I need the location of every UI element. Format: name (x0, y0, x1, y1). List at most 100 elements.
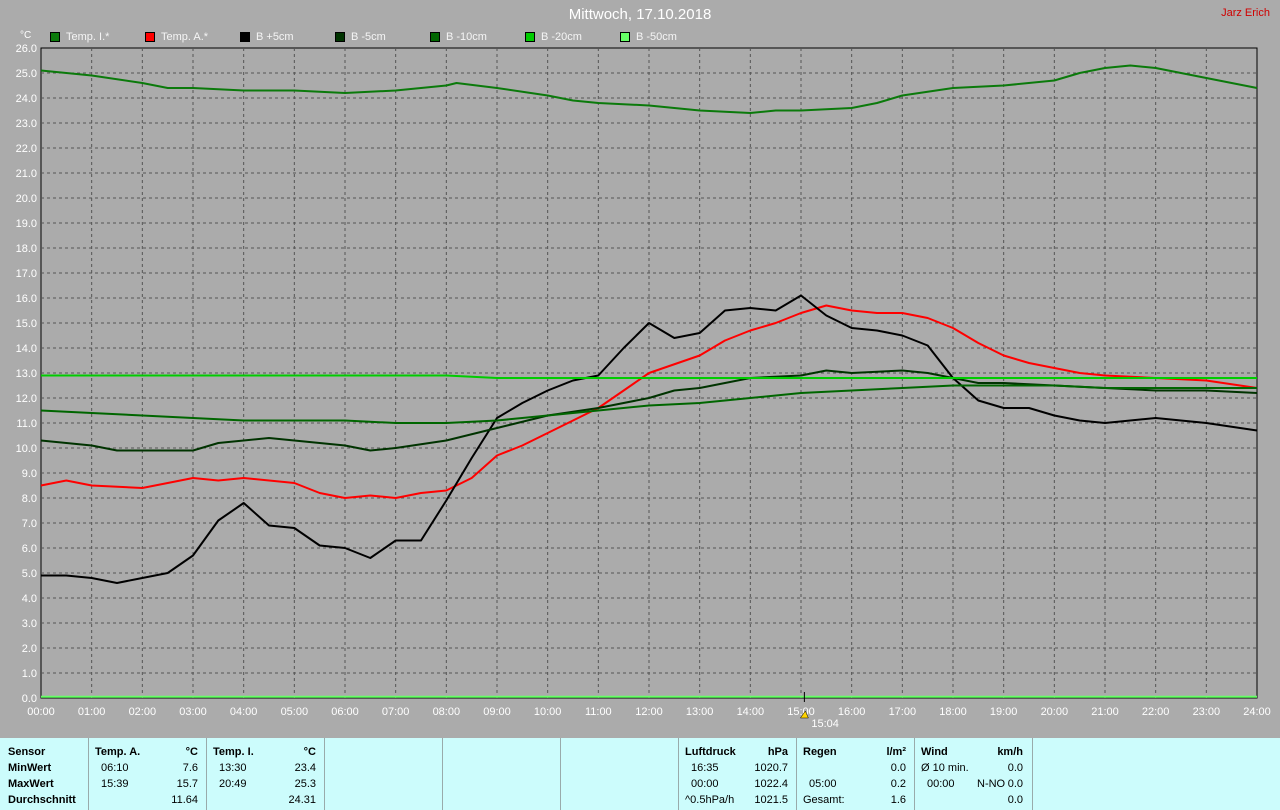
column-divider (914, 738, 915, 810)
y-tick-label: 13.0 (16, 368, 37, 380)
wind-max-time: 00:00 (927, 778, 955, 790)
y-tick-label: 0.0 (22, 693, 37, 705)
x-tick-label: 05:00 (281, 706, 309, 718)
x-tick-label: 10:00 (534, 706, 562, 718)
temp-a-min-time: 06:10 (101, 762, 129, 774)
pressure-average: 1021.5 (754, 794, 788, 806)
x-tick-label: 11:00 (585, 706, 612, 718)
y-tick-label: 21.0 (16, 168, 37, 180)
x-tick-label: 13:00 (686, 706, 714, 718)
wind-min-label: Ø 10 min. (921, 762, 969, 774)
y-tick-label: 26.0 (16, 43, 37, 55)
temp-a-min-value: 7.6 (182, 762, 198, 774)
column-divider (678, 738, 679, 810)
pressure-min-time: 16:35 (691, 762, 719, 774)
x-tick-label: 17:00 (889, 706, 917, 718)
y-tick-label: 23.0 (16, 118, 37, 130)
y-tick-label: 4.0 (22, 593, 37, 605)
pressure-max-time: 00:00 (691, 778, 719, 790)
x-tick-label: 02:00 (129, 706, 157, 718)
column-divider (560, 738, 561, 810)
rain-total-value: 1.6 (890, 794, 906, 806)
x-tick-label: 06:00 (331, 706, 359, 718)
y-tick-label: 14.0 (16, 343, 37, 355)
y-tick-label: 11.0 (16, 418, 37, 430)
x-tick-label: 15:00 (787, 706, 815, 718)
column-divider (206, 738, 207, 810)
y-tick-label: 10.0 (16, 443, 37, 455)
column-divider (88, 738, 89, 810)
y-tick-label: 5.0 (22, 568, 37, 580)
x-tick-label: 19:00 (990, 706, 1018, 718)
y-tick-label: 19.0 (16, 218, 37, 230)
rain-unit: l/m² (886, 746, 906, 758)
temp-a-average: 11.64 (171, 794, 198, 806)
column-divider (796, 738, 797, 810)
x-tick-label: 18:00 (939, 706, 967, 718)
x-tick-label: 20:00 (1041, 706, 1069, 718)
y-tick-label: 25.0 (16, 68, 37, 80)
x-tick-label: 08:00 (433, 706, 461, 718)
y-tick-label: 1.0 (22, 668, 37, 680)
pressure-min-value: 1020.7 (754, 762, 788, 774)
rain-max-time: 05:00 (809, 778, 837, 790)
x-tick-label: 09:00 (483, 706, 511, 718)
temp-a-max-time: 15:39 (101, 778, 129, 790)
y-tick-label: 15.0 (16, 318, 37, 330)
column-divider (442, 738, 443, 810)
temp-a-header: Temp. A. (95, 746, 141, 758)
x-tick-label: 03:00 (179, 706, 207, 718)
y-axis-unit: °C (20, 30, 31, 41)
rain-min-value: 0.0 (890, 762, 906, 774)
column-divider (324, 738, 325, 810)
time-marker-label: 15:04 (811, 718, 839, 730)
x-tick-label: 16:00 (838, 706, 866, 718)
sensor-header: Sensor (8, 746, 46, 758)
temp-i-min-time: 13:30 (219, 762, 247, 774)
temp-i-average: 24.31 (288, 794, 316, 806)
rain-total-label: Gesamt: (803, 794, 845, 806)
x-tick-label: 24:00 (1243, 706, 1271, 718)
rain-header: Regen (803, 746, 837, 758)
wind-average: 0.0 (1007, 794, 1023, 806)
wind-max-value: 0.0 (1007, 778, 1023, 790)
row-label-avg: Durchschnitt (8, 794, 76, 806)
y-tick-label: 18.0 (16, 243, 37, 255)
y-tick-label: 8.0 (22, 493, 37, 505)
pressure-unit: hPa (767, 746, 788, 758)
y-tick-label: 3.0 (22, 618, 37, 630)
y-tick-label: 24.0 (16, 93, 37, 105)
x-tick-label: 12:00 (635, 706, 663, 718)
pressure-trend-label: ^0.5hPa/h (685, 794, 735, 806)
pressure-header: Luftdruck (685, 746, 736, 758)
y-tick-label: 7.0 (22, 518, 37, 530)
row-label-min: MinWert (8, 762, 52, 774)
x-tick-label: 23:00 (1193, 706, 1221, 718)
x-tick-label: 07:00 (382, 706, 410, 718)
x-tick-label: 01:00 (78, 706, 106, 718)
line-chart: 0.0 1.0 2.0 3.0 4.0 5.0 6.0 7.0 8.0 9.0 10.0 11.0 12… (16, 30, 1271, 730)
column-divider (1032, 738, 1033, 810)
x-tick-label: 14:00 (737, 706, 765, 718)
pressure-max-value: 1022.4 (754, 778, 788, 790)
wind-unit: km/h (997, 746, 1023, 758)
wind-min-value: 0.0 (1007, 762, 1023, 774)
y-tick-label: 2.0 (22, 643, 37, 655)
x-tick-label: 22:00 (1142, 706, 1170, 718)
y-tick-label: 12.0 (16, 393, 37, 405)
y-tick-label: 20.0 (16, 193, 37, 205)
temp-i-max-time: 20:49 (219, 778, 247, 790)
y-tick-label: 22.0 (16, 143, 37, 155)
x-tick-label: 21:00 (1091, 706, 1119, 718)
temp-i-max-value: 25.3 (294, 778, 316, 790)
wind-header: Wind (921, 746, 948, 758)
y-tick-label: 6.0 (22, 543, 37, 555)
y-tick-label: 9.0 (22, 468, 37, 480)
temp-i-header: Temp. I. (213, 746, 254, 758)
temp-i-unit: °C (303, 746, 316, 758)
y-tick-label: 17.0 (16, 268, 37, 280)
rain-max-value: 0.2 (890, 778, 906, 790)
temp-i-min-value: 23.4 (294, 762, 316, 774)
temp-a-max-value: 15.7 (176, 778, 198, 790)
row-label-max: MaxWert (8, 778, 54, 790)
